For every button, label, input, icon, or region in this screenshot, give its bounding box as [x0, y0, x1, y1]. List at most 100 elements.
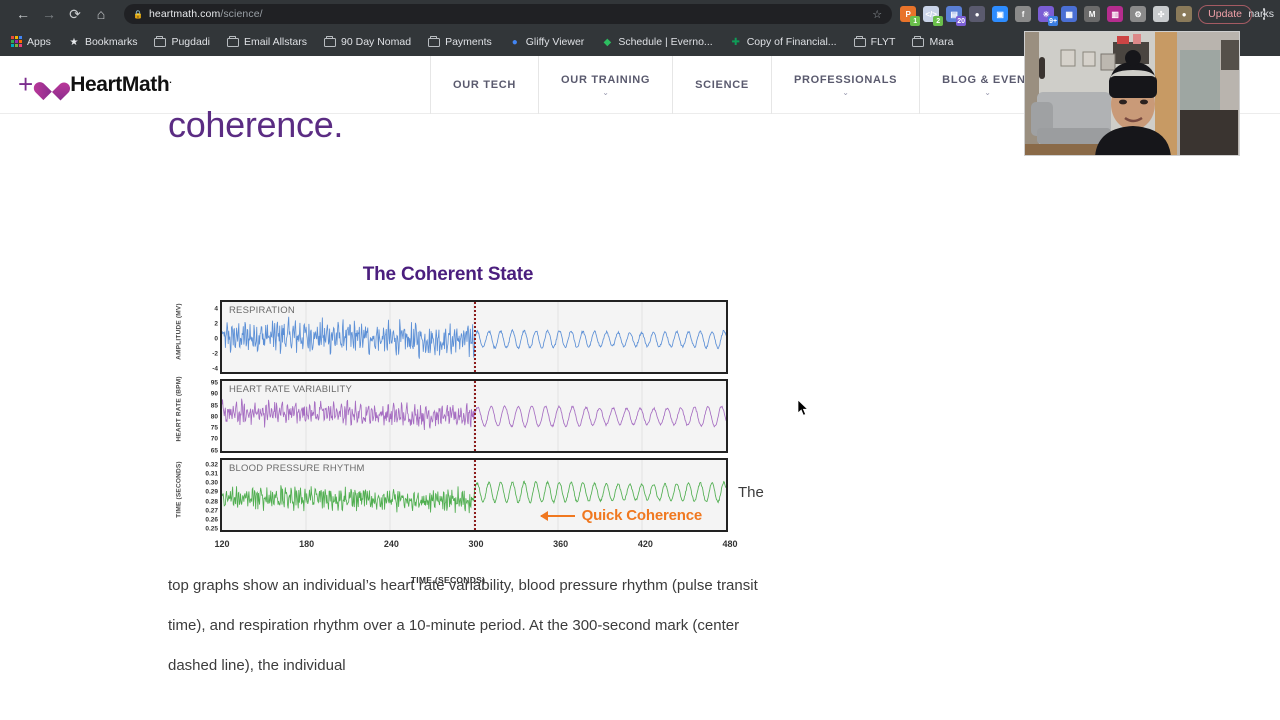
chevron-down-icon: ⌄ [842, 87, 849, 97]
nav-item-label: SCIENCE [695, 79, 749, 91]
y-axis-ticks-blood_pressure_rhythm: 0.32 0.31 0.30 0.29 0.28 0.27 0.26 0.25 [186, 460, 220, 534]
update-button-label: Update [1208, 8, 1242, 20]
bookmark-flyt[interactable]: FLYT [853, 35, 905, 48]
arrow-left-icon [539, 510, 575, 521]
ext-puzzle-icon[interactable]: ✣ [1153, 6, 1170, 22]
bookmark-label: Email Allstars [244, 36, 308, 48]
badge: 9+ [1048, 16, 1059, 26]
ext-gear-icon[interactable]: ⚙ [1130, 6, 1147, 22]
x-tick-label: 420 [637, 539, 653, 549]
tick-label: 0.28 [205, 498, 218, 506]
body-paragraph: top graphs show an individual’s heart ra… [168, 577, 758, 675]
bookmark-pugdadi[interactable]: Pugdadi [154, 35, 219, 48]
url-path: /science/ [220, 8, 263, 20]
tick-label: 80 [210, 413, 218, 421]
ext-code-icon[interactable]: </> 2 [923, 6, 944, 26]
panel-title: BLOOD PRESSURE RHYTHM [229, 463, 365, 474]
tick-label: 0.30 [205, 479, 218, 487]
page-content: coherence. The Coherent State AMPLITUDE … [0, 104, 1280, 696]
bookmark-label: Bookmarks [84, 36, 138, 48]
quick-coherence-annotation: Quick Coherence [539, 507, 703, 524]
update-button[interactable]: Update [1198, 4, 1252, 24]
main-navigation: OUR TECH OUR TRAINING ⌄ SCIENCE PROFESSIONAL… [430, 56, 1057, 114]
nav-item-professionals[interactable]: PROFESSIONALS ⌄ [770, 56, 919, 114]
globe-icon: ● [511, 36, 518, 48]
x-tick-label: 480 [722, 539, 738, 549]
back-icon[interactable]: ← [10, 1, 36, 27]
chart-panels: AMPLITUDE (MV) 4 2 0 -2 -4 RESPIRATION HEART RA… [176, 300, 728, 533]
sheets-icon: ✚ [731, 36, 740, 48]
nav-item-our-training[interactable]: OUR TRAINING ⌄ [538, 56, 672, 114]
nav-item-science[interactable]: SCIENCE [672, 56, 771, 114]
bookmark-payments[interactable]: Payments [428, 35, 501, 48]
screenshot-root: ← → ⟳ ⌂ 🔒 heartmath.com/science/ ☆ P 1 </>… [0, 0, 1280, 720]
apps-grid-icon [10, 36, 22, 48]
folder-icon [324, 35, 337, 48]
forward-icon[interactable]: → [36, 1, 62, 27]
badge: 1 [910, 16, 921, 26]
reload-icon[interactable]: ⟳ [62, 1, 88, 27]
bookmark-copy-of-financial[interactable]: ✚ Copy of Financial... [730, 36, 846, 48]
panel-respiration: AMPLITUDE (MV) 4 2 0 -2 -4 RESPIRATION [176, 300, 728, 374]
coherent-state-figure: The Coherent State AMPLITUDE (MV) 4 2 0 -2 -4… [168, 264, 738, 585]
logo-wordmark: HeartMath. [70, 73, 172, 97]
quick-coherence-marker-line [474, 381, 476, 451]
bookmark-mara[interactable]: Mara [912, 35, 962, 48]
ext-tabs-icon[interactable]: ▤ 20 [946, 6, 967, 26]
x-tick-label: 180 [299, 539, 315, 549]
tick-label: 85 [210, 402, 218, 410]
x-tick-label: 360 [553, 539, 569, 549]
ext-star-blue-icon[interactable]: ✳ 9+ [1038, 6, 1059, 26]
bookmark-gliffy-viewer[interactable]: ● Gliffy Viewer [509, 36, 594, 48]
address-bar[interactable]: 🔒 heartmath.com/science/ ☆ [124, 4, 893, 24]
bookmark-bookmarks[interactable]: ★ Bookmarks [68, 36, 147, 48]
chevron-down-icon: ⌄ [984, 87, 991, 97]
ext-orange-icon[interactable]: P1 [900, 6, 921, 26]
tick-label: -2 [212, 350, 218, 358]
tick-label: 0.31 [205, 470, 218, 478]
heartmath-logo[interactable]: + HeartMath. [0, 56, 172, 113]
tick-label: 70 [210, 435, 218, 443]
ext-grid-blue-icon[interactable]: ▦ [1061, 6, 1078, 22]
bookmark-90-day-nomad[interactable]: 90 Day Nomad [324, 35, 420, 48]
bookmark-label: Gliffy Viewer [525, 36, 585, 48]
y-axis-title-respiration: AMPLITUDE (MV) [175, 303, 183, 360]
webcam-video [1025, 32, 1239, 155]
extension-tray: P 1 </> 2 ▤ 20 ● ▣ f ✳ 9+ ▦ M ▥ ⚙ ✣ ● [900, 6, 1198, 26]
chevron-down-icon: ⌄ [602, 87, 609, 97]
ext-facebook-icon[interactable]: f [1015, 6, 1032, 22]
ext-video-icon[interactable]: ▣ [992, 6, 1009, 22]
webcam-overlay[interactable] [1024, 31, 1240, 156]
lock-icon: 🔒 [133, 9, 143, 19]
browser-toolbar: ← → ⟳ ⌂ 🔒 heartmath.com/science/ ☆ P 1 </>… [0, 0, 1280, 28]
other-bookmarks-button[interactable]: narks [1248, 0, 1274, 28]
y-axis-ticks-respiration: 4 2 0 -2 -4 [186, 302, 220, 376]
quick-coherence-label: Quick Coherence [581, 507, 703, 524]
panel-blood_pressure_rhythm: TIME (SECONDS) 0.32 0.31 0.30 0.29 0.28 0.27 0.… [176, 458, 728, 533]
tick-label: 0.32 [205, 461, 218, 469]
ext-chart-icon[interactable]: ▥ [1107, 6, 1124, 22]
bookmark-schedule-everno[interactable]: ◆ Schedule | Everno... [601, 36, 721, 48]
ext-record-icon[interactable]: ● [969, 6, 986, 22]
plus-icon: + [18, 68, 34, 99]
star-icon[interactable]: ☆ [872, 8, 882, 21]
tick-label: 0.29 [205, 488, 218, 496]
tick-label: 0.25 [205, 525, 218, 533]
ext-profile-icon[interactable]: ● [1176, 6, 1193, 22]
bookmark-label: Mara [929, 36, 954, 48]
bookmark-label: Schedule | Everno... [618, 36, 713, 48]
bookmark-label: Payments [445, 36, 492, 48]
bookmark-apps[interactable]: Apps [10, 36, 60, 48]
x-axis-ticks: 120 180 240 300 360 420 480 [214, 537, 737, 563]
figure-title: The Coherent State [362, 264, 534, 285]
y-axis-ticks-heart_rate_variability: 95 90 85 80 75 70 65 [186, 380, 220, 455]
ext-gmail-icon[interactable]: M [1084, 6, 1101, 22]
folder-icon [227, 35, 239, 48]
nav-item-our-tech[interactable]: OUR TECH [430, 56, 538, 114]
home-icon[interactable]: ⌂ [88, 1, 114, 27]
folder-icon [912, 35, 925, 48]
bookmark-label: Pugdadi [171, 36, 210, 48]
x-tick-label: 240 [383, 539, 399, 549]
bookmark-email-allstars[interactable]: Email Allstars [227, 35, 316, 48]
logo-registered: . [169, 74, 172, 85]
